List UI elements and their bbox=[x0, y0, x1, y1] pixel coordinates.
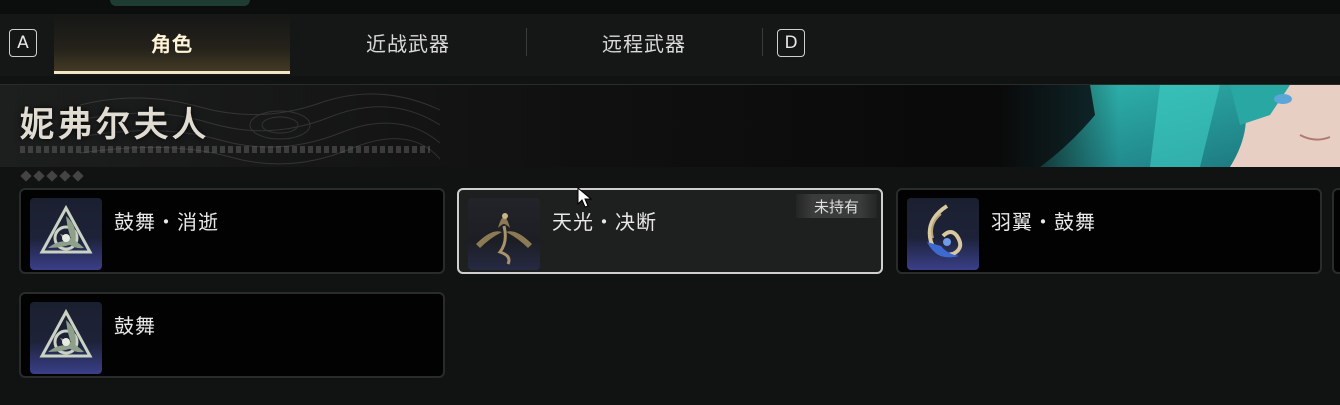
character-skin-page: A 角色 近战武器 远程武器 D 妮弗尔夫人 鼓舞・消逝 天光・决断 未持有 羽… bbox=[0, 0, 1340, 405]
active-tab-underline bbox=[54, 71, 290, 74]
skin-card-4[interactable]: 鼓舞 bbox=[19, 292, 445, 378]
character-subtitle-decoration bbox=[20, 146, 430, 153]
character-banner: 妮弗尔夫人 bbox=[0, 84, 1340, 167]
skin-name: 鼓舞 bbox=[114, 314, 156, 338]
feather-spiral-icon bbox=[907, 198, 979, 270]
tab-ranged-weapon[interactable]: 远程武器 bbox=[526, 14, 762, 71]
character-name: 妮弗尔夫人 bbox=[20, 105, 210, 145]
skin-name: 鼓舞・消逝 bbox=[114, 210, 219, 234]
tab-label: 角色 bbox=[151, 32, 193, 56]
hotkey-d-icon[interactable]: D bbox=[777, 29, 805, 57]
tab-character[interactable]: 角色 bbox=[54, 14, 290, 74]
not-owned-badge: 未持有 bbox=[795, 194, 877, 218]
skin-name: 羽翼・鼓舞 bbox=[991, 210, 1096, 234]
skin-card-3[interactable]: 羽翼・鼓舞 bbox=[896, 188, 1322, 274]
partial-card-edge bbox=[1332, 188, 1340, 274]
skin-name: 天光・决断 bbox=[552, 210, 657, 234]
mouse-cursor-icon bbox=[577, 187, 593, 208]
tab-bar: A 角色 近战武器 远程武器 D bbox=[0, 14, 1340, 76]
tab-label: 远程武器 bbox=[602, 32, 686, 56]
character-portrait bbox=[1000, 85, 1340, 167]
skin-card-1[interactable]: 鼓舞・消逝 bbox=[19, 188, 445, 274]
top-strip bbox=[0, 0, 1340, 14]
skin-card-2-selected[interactable]: 天光・决断 未持有 bbox=[457, 188, 883, 274]
pagination-dots bbox=[20, 170, 84, 182]
triquetra-emblem-icon bbox=[30, 302, 102, 374]
winged-dragon-icon bbox=[468, 198, 540, 270]
tab-melee-weapon[interactable]: 近战武器 bbox=[290, 14, 526, 71]
hotkey-a-icon[interactable]: A bbox=[9, 29, 37, 57]
tab-label: 近战武器 bbox=[366, 32, 450, 56]
tab-divider bbox=[762, 28, 763, 56]
triquetra-emblem-icon bbox=[30, 198, 102, 270]
